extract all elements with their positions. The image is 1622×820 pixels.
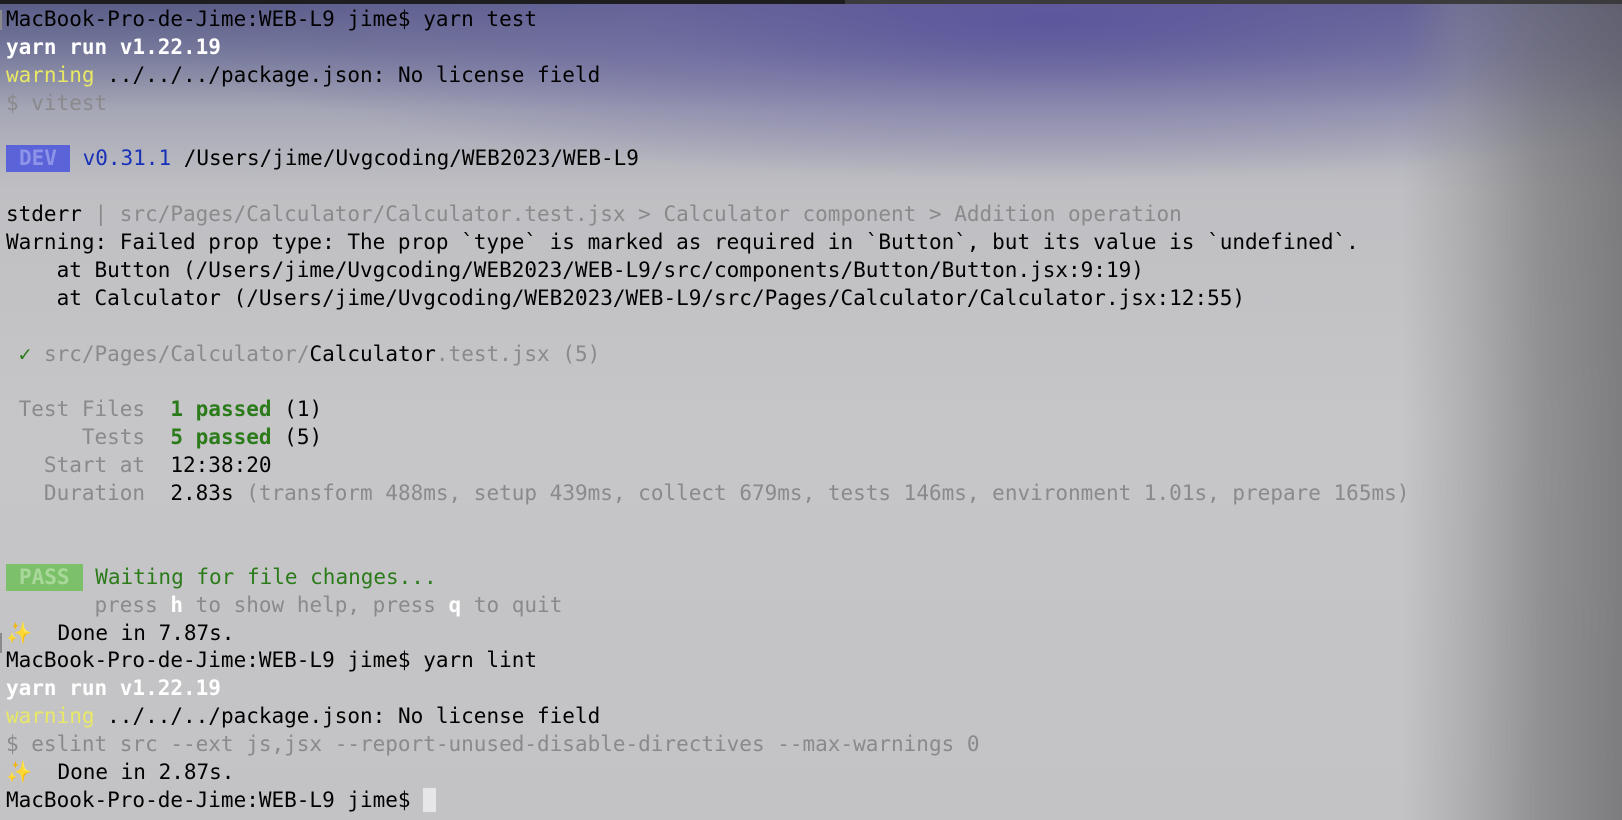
command-line: $ eslint src --ext js,jsx --report-unuse… <box>0 731 1622 759</box>
pass-badge: PASS <box>6 563 83 591</box>
prompt-text: MacBook-Pro-de-Jime:WEB-L9 jime$ yarn li… <box>6 648 538 673</box>
test-file-name: Calculator <box>309 341 436 366</box>
yarn-run-text: yarn run v1.22.19 <box>6 676 221 701</box>
waiting-text: Waiting for file changes... <box>82 564 437 589</box>
summary-passed: 5 passed <box>170 425 272 450</box>
test-file-dir: src/Pages/Calculator/ <box>31 341 310 366</box>
summary-label: Start at <box>6 453 171 478</box>
done-line: ✨ Done in 7.87s. <box>0 620 1622 648</box>
help-text: press <box>6 592 171 617</box>
vitest-version: v0.31.1 <box>82 146 172 171</box>
terminal-output[interactable]: MacBook-Pro-de-Jime:WEB-L9 jime$ yarn te… <box>0 6 1622 815</box>
prop-warning-line: Warning: Failed prop type: The prop `typ… <box>0 229 1622 257</box>
stderr-separator: | <box>81 202 120 227</box>
dev-line: DEV v0.31.1 /Users/jime/Uvgcoding/WEB202… <box>0 145 1622 173</box>
summary-value: 12:38:20 <box>170 453 272 478</box>
sparkle-icon: ✨ <box>6 620 33 645</box>
prompt-text: MacBook-Pro-de-Jime:WEB-L9 jime$ <box>6 787 424 812</box>
summary-count: (5) <box>271 425 323 450</box>
stack-trace-line: at Button (/Users/jime/Uvgcoding/WEB2023… <box>0 257 1622 285</box>
duration-detail: (transform 488ms, setup 439ms, collect 6… <box>233 481 1410 506</box>
done-line: ✨ Done in 2.87s. <box>0 759 1622 787</box>
dev-badge: DEV <box>6 145 70 173</box>
prompt-text: MacBook-Pro-de-Jime:WEB-L9 jime$ yarn te… <box>6 7 538 31</box>
help-text: to quit <box>461 592 563 617</box>
summary-passed: 1 passed <box>170 397 272 422</box>
pass-line: PASS Waiting for file changes... <box>0 563 1622 592</box>
warning-line: warning ../../../package.json: No licens… <box>0 703 1622 731</box>
stack-trace-text: at Button (/Users/jime/Uvgcoding/WEB2023… <box>6 258 1144 283</box>
prop-warning-text: Warning: Failed prop type: The prop `typ… <box>6 230 1359 255</box>
warning-text: ../../../package.json: No license field <box>94 62 601 87</box>
terminal-scrollbar-track[interactable] <box>0 0 1622 4</box>
yarn-run-line: yarn run v1.22.19 <box>0 675 1622 703</box>
stack-trace-line: at Calculator (/Users/jime/Uvgcoding/WEB… <box>0 285 1622 313</box>
summary-value: 2.83s <box>170 481 234 506</box>
warning-label: warning <box>6 62 95 87</box>
summary-test-files: Test Files 1 passed (1) <box>0 396 1622 424</box>
warning-text: ../../../package.json: No license field <box>94 704 601 729</box>
stack-trace-text: at Calculator (/Users/jime/Uvgcoding/WEB… <box>6 285 1246 310</box>
yarn-run-text: yarn run v1.22.19 <box>6 34 221 59</box>
warning-line: warning ../../../package.json: No licens… <box>0 62 1622 90</box>
summary-label: Tests <box>6 425 171 450</box>
command-text: $ vitest <box>6 90 108 115</box>
project-path: /Users/jime/Uvgcoding/WEB2023/WEB-L9 <box>171 146 639 171</box>
help-line: press h to show help, press q to quit <box>0 592 1622 620</box>
stderr-context: src/Pages/Calculator/Calculator.test.jsx… <box>119 202 1182 227</box>
stderr-line: stderr | src/Pages/Calculator/Calculator… <box>0 201 1622 229</box>
warning-label: warning <box>6 704 95 729</box>
check-icon: ✓ <box>18 341 32 366</box>
sparkle-icon: ✨ <box>6 760 33 785</box>
prompt-line: MacBook-Pro-de-Jime:WEB-L9 jime$ yarn te… <box>0 6 1622 34</box>
summary-duration: Duration 2.83s (transform 488ms, setup 4… <box>0 480 1622 508</box>
test-file-ext: .test.jsx (5) <box>435 341 601 366</box>
summary-label: Test Files <box>6 397 171 422</box>
summary-label: Duration <box>6 481 171 506</box>
test-file-line: ✓ src/Pages/Calculator/Calculator.test.j… <box>0 341 1622 369</box>
terminal-scrollbar-thumb[interactable] <box>0 0 845 4</box>
prompt-line: MacBook-Pro-de-Jime:WEB-L9 jime$ yarn li… <box>0 647 1622 675</box>
stderr-label: stderr <box>6 202 82 227</box>
command-line: $ vitest <box>0 90 1622 118</box>
help-text: to show help, press <box>183 592 449 617</box>
summary-start: Start at 12:38:20 <box>0 452 1622 480</box>
help-key-q: q <box>448 592 462 617</box>
help-key-h: h <box>170 592 184 617</box>
command-text: $ eslint src --ext js,jsx --report-unuse… <box>6 732 980 757</box>
done-text: Done in 7.87s. <box>32 620 235 645</box>
active-prompt-line[interactable]: MacBook-Pro-de-Jime:WEB-L9 jime$ <box>0 787 1622 815</box>
summary-tests: Tests 5 passed (5) <box>0 424 1622 452</box>
text-cursor[interactable] <box>423 787 437 812</box>
done-text: Done in 2.87s. <box>32 760 235 785</box>
summary-count: (1) <box>271 397 323 422</box>
yarn-run-line: yarn run v1.22.19 <box>0 34 1622 62</box>
